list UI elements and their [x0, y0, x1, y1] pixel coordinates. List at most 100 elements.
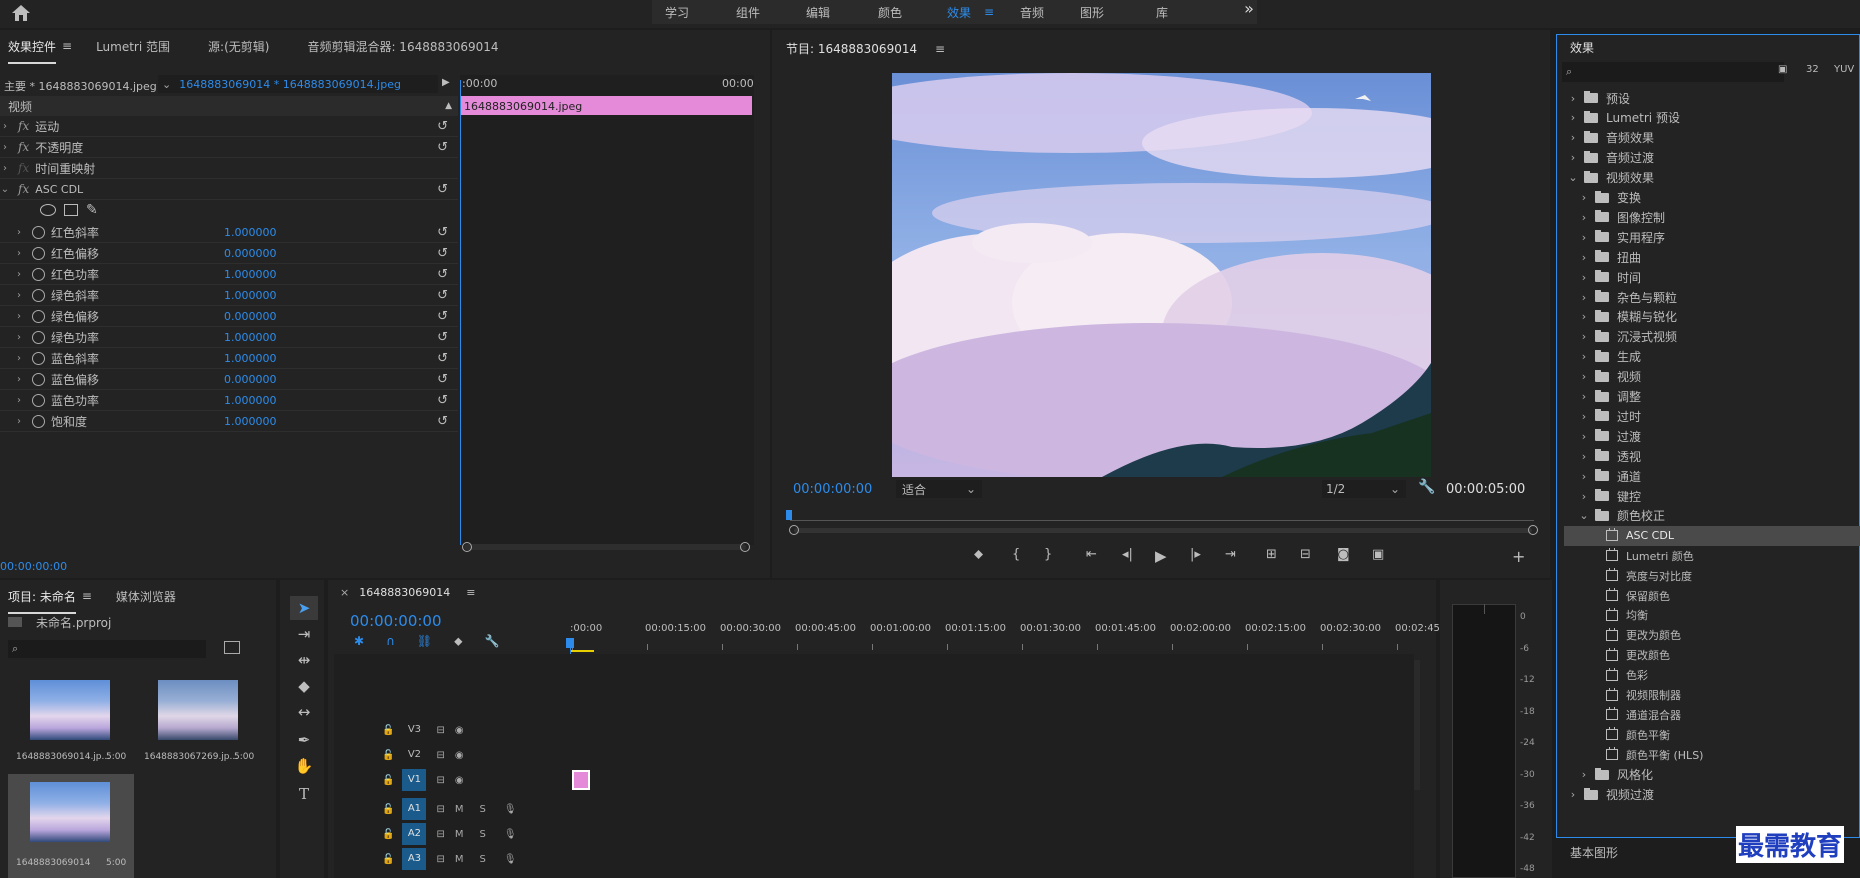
workspace-tab-effects[interactable]: 效果 [947, 4, 984, 21]
param-row[interactable]: › 红色功率 1.000000 ↺ [0, 264, 458, 285]
chevron-right-icon[interactable]: › [1579, 350, 1589, 363]
effects-item[interactable]: 更改为颜色 [1564, 625, 1860, 645]
master-clip-label[interactable]: 主要 * 1648883069014.jpeg [4, 78, 157, 94]
pen-tool-icon[interactable]: ✒ [290, 728, 318, 752]
stopwatch-icon[interactable] [32, 225, 45, 239]
effects-folder[interactable]: › 通道 [1564, 466, 1860, 486]
param-value[interactable]: 1.000000 [224, 226, 277, 239]
32bit-effects-icon[interactable]: 32 [1806, 64, 1819, 75]
param-value[interactable]: 0.000000 [224, 247, 277, 260]
pen-mask-icon[interactable]: ✎ [86, 202, 98, 218]
chevron-right-icon[interactable]: › [1579, 291, 1589, 304]
reset-icon[interactable]: ↺ [437, 393, 448, 408]
chevron-right-icon[interactable]: › [1579, 211, 1589, 224]
eye-icon[interactable]: ◉ [455, 775, 464, 786]
nest-icon[interactable]: ✱ [354, 634, 364, 649]
ec-zoom-handle-right[interactable] [740, 542, 750, 552]
param-row[interactable]: › 绿色偏移 0.000000 ↺ [0, 306, 458, 327]
effect-row-motion[interactable]: › fx 运动 ↺ [0, 116, 458, 137]
effects-item[interactable]: ASC CDL [1564, 525, 1860, 546]
timeline-vscroll[interactable] [1414, 660, 1420, 790]
chevron-right-icon[interactable]: › [0, 142, 10, 153]
resolution-select[interactable]: 1/2 ⌄ [1322, 480, 1406, 498]
workspace-menu-icon[interactable]: ≡ [984, 5, 1020, 19]
workspace-tab-color[interactable]: 颜色 [878, 4, 947, 21]
eye-icon[interactable]: ◉ [455, 750, 464, 761]
lock-icon[interactable]: 🔓 [382, 854, 394, 865]
reset-icon[interactable]: ↺ [437, 246, 448, 261]
workspace-tab-edit[interactable]: 编辑 [806, 4, 878, 21]
effects-item[interactable]: Lumetri 颜色 [1564, 546, 1860, 566]
effects-folder[interactable]: › 实用程序 [1564, 227, 1860, 247]
new-bin-icon[interactable] [224, 641, 240, 654]
fit-select[interactable]: 适合 ⌄ [896, 480, 982, 498]
panel-menu-icon[interactable]: ≡ [466, 586, 475, 599]
effects-folder[interactable]: › 变换 [1564, 188, 1860, 208]
program-playhead[interactable] [786, 510, 792, 520]
effects-folder[interactable]: › 视频 [1564, 367, 1860, 387]
linked-selection-icon[interactable]: ⛓ [417, 634, 432, 649]
effects-item[interactable]: 亮度与对比度 [1564, 566, 1860, 586]
param-value[interactable]: 1.000000 [224, 394, 277, 407]
effect-row-opacity[interactable]: › fx 不透明度 ↺ [0, 137, 458, 158]
mic-icon[interactable]: 🎙 [504, 829, 517, 840]
tab-lumetri-scopes[interactable]: Lumetri 范围 [96, 38, 170, 55]
chevron-right-icon[interactable]: › [14, 311, 24, 322]
reset-icon[interactable]: ↺ [437, 414, 448, 429]
workspace-tab-libraries[interactable]: 库 [1156, 4, 1206, 21]
tab-source[interactable]: 源:(无剪辑) [208, 38, 269, 55]
step-back-icon[interactable]: ◂| [1122, 547, 1133, 562]
track-label[interactable]: A3 [402, 848, 427, 870]
mic-icon[interactable]: 🎙 [504, 804, 517, 815]
lock-icon[interactable]: 🔓 [382, 750, 394, 761]
chevron-right-icon[interactable]: › [14, 332, 24, 343]
chevron-right-icon[interactable]: › [14, 248, 24, 259]
effects-folder[interactable]: › 音频过渡 [1564, 148, 1860, 168]
program-zoom-handle-left[interactable] [789, 525, 799, 535]
fx-icon[interactable]: fx [18, 119, 29, 133]
chevron-right-icon[interactable]: › [14, 374, 24, 385]
track-label[interactable]: A1 [402, 798, 427, 820]
project-item[interactable]: 1648883069014.jp... 5:00 [8, 672, 134, 768]
panel-menu-icon[interactable]: ≡ [82, 589, 92, 603]
chevron-right-icon[interactable]: › [1579, 330, 1589, 343]
play-only-button[interactable]: ▶ [442, 77, 450, 88]
program-time-ruler[interactable] [790, 520, 1534, 521]
chevron-right-icon[interactable]: › [1579, 450, 1589, 463]
stopwatch-icon[interactable] [32, 309, 45, 323]
workspace-tab-graphics[interactable]: 图形 [1080, 4, 1156, 21]
effects-folder[interactable]: › 预设 [1564, 88, 1860, 108]
param-row[interactable]: › 绿色功率 1.000000 ↺ [0, 327, 458, 348]
mic-icon[interactable]: 🎙 [504, 854, 517, 865]
stopwatch-icon[interactable] [32, 330, 45, 344]
param-row[interactable]: › 红色斜率 1.000000 ↺ [0, 222, 458, 243]
param-value[interactable]: 1.000000 [224, 331, 277, 344]
chevron-right-icon[interactable]: › [1579, 231, 1589, 244]
chevron-right-icon[interactable]: › [1579, 271, 1589, 284]
ec-zoom-handle-left[interactable] [462, 542, 472, 552]
chevron-right-icon[interactable]: › [14, 227, 24, 238]
timeline-tab[interactable]: × 1648883069014 ≡ [340, 586, 475, 599]
program-zoom-scroll[interactable] [794, 528, 1532, 533]
mark-out-icon[interactable]: } [1044, 547, 1052, 562]
reset-icon[interactable]: ↺ [437, 372, 448, 387]
reset-icon[interactable]: ↺ [437, 330, 448, 345]
param-value[interactable]: 1.000000 [224, 415, 277, 428]
effects-folder[interactable]: ⌄ 颜色校正 [1564, 506, 1860, 526]
effect-row-asc-cdl[interactable]: ⌄ fx ASC CDL ↺ [0, 179, 458, 200]
effects-item[interactable]: 均衡 [1564, 605, 1860, 625]
param-row[interactable]: › 绿色斜率 1.000000 ↺ [0, 285, 458, 306]
solo-button[interactable]: S [479, 854, 485, 865]
chevron-down-icon[interactable]: ⌄ [1579, 509, 1589, 522]
fx-icon[interactable]: fx [18, 140, 29, 154]
chevron-right-icon[interactable]: › [14, 416, 24, 427]
timeline-clip-v1[interactable] [572, 770, 590, 790]
camera-icon[interactable]: ◙ [1337, 547, 1350, 562]
chevron-down-icon[interactable]: ⌄ [1568, 171, 1578, 184]
chevron-right-icon[interactable]: › [1579, 410, 1589, 423]
timeline-timecode[interactable]: 00:00:00:00 [350, 612, 442, 630]
ec-zoom-scroll[interactable] [464, 544, 746, 550]
project-search-input[interactable]: ⌕ [8, 640, 206, 658]
wrench-icon[interactable]: 🔧 [485, 634, 500, 649]
param-row[interactable]: › 蓝色斜率 1.000000 ↺ [0, 348, 458, 369]
